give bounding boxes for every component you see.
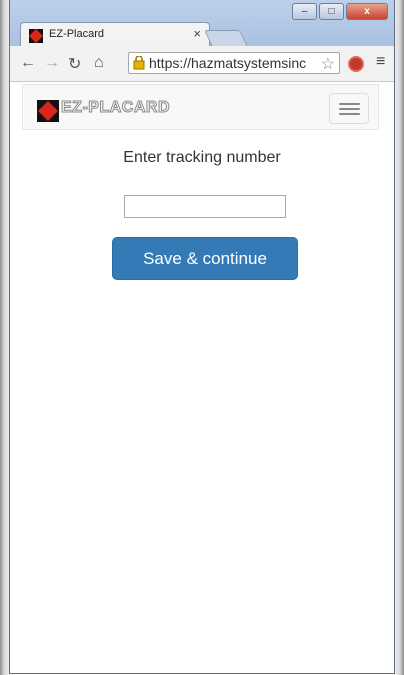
reload-icon[interactable]: ↻ — [68, 54, 81, 74]
window-shadow-right — [394, 0, 404, 675]
bookmark-star-icon[interactable]: ☆ — [321, 54, 335, 74]
ez-placard-favicon-icon — [29, 29, 43, 43]
maximize-button[interactable]: □ — [319, 3, 344, 20]
hamburger-bar — [339, 103, 360, 105]
tab-close-icon[interactable]: × — [193, 26, 201, 41]
browser-window: EZ-Placard × – □ x ← → ↻ ⌂ https://hazma… — [9, 0, 395, 674]
url-text[interactable]: https://hazmatsystemsinc — [149, 55, 317, 71]
tracking-number-label: Enter tracking number — [123, 149, 281, 166]
back-arrow-icon[interactable]: ← — [20, 54, 36, 72]
brand-name[interactable]: EZ-PLACARD — [61, 99, 171, 117]
browser-toolbar: ← → ↻ ⌂ https://hazmatsystemsinc ☆ ≡ — [10, 46, 394, 82]
save-continue-button[interactable]: Save & continue — [112, 237, 298, 280]
extension-icon[interactable] — [348, 56, 364, 72]
tab-title: EZ-Placard — [49, 28, 105, 40]
new-tab-button[interactable] — [204, 30, 248, 47]
hamburger-bar — [339, 108, 360, 110]
tracking-number-input[interactable] — [124, 195, 286, 218]
hamburger-bar — [339, 113, 360, 115]
browser-tab[interactable]: EZ-Placard × — [20, 22, 210, 47]
lock-warning-icon — [133, 56, 145, 70]
site-navbar: EZ-PLACARD — [22, 84, 379, 130]
address-bar[interactable]: https://hazmatsystemsinc ☆ — [128, 52, 340, 74]
forward-arrow-icon[interactable]: → — [44, 54, 60, 72]
page-content: EZ-PLACARD Enter tracking number Save & … — [10, 82, 394, 673]
browser-menu-icon[interactable]: ≡ — [376, 53, 385, 71]
close-window-button[interactable]: x — [346, 3, 388, 20]
home-icon[interactable]: ⌂ — [94, 54, 104, 72]
window-controls: – □ x — [292, 3, 388, 20]
ez-placard-logo-icon[interactable] — [37, 100, 59, 122]
navbar-toggle-menu-icon[interactable] — [329, 93, 369, 124]
minimize-button[interactable]: – — [292, 3, 317, 20]
title-bar: EZ-Placard × – □ x — [10, 0, 394, 47]
